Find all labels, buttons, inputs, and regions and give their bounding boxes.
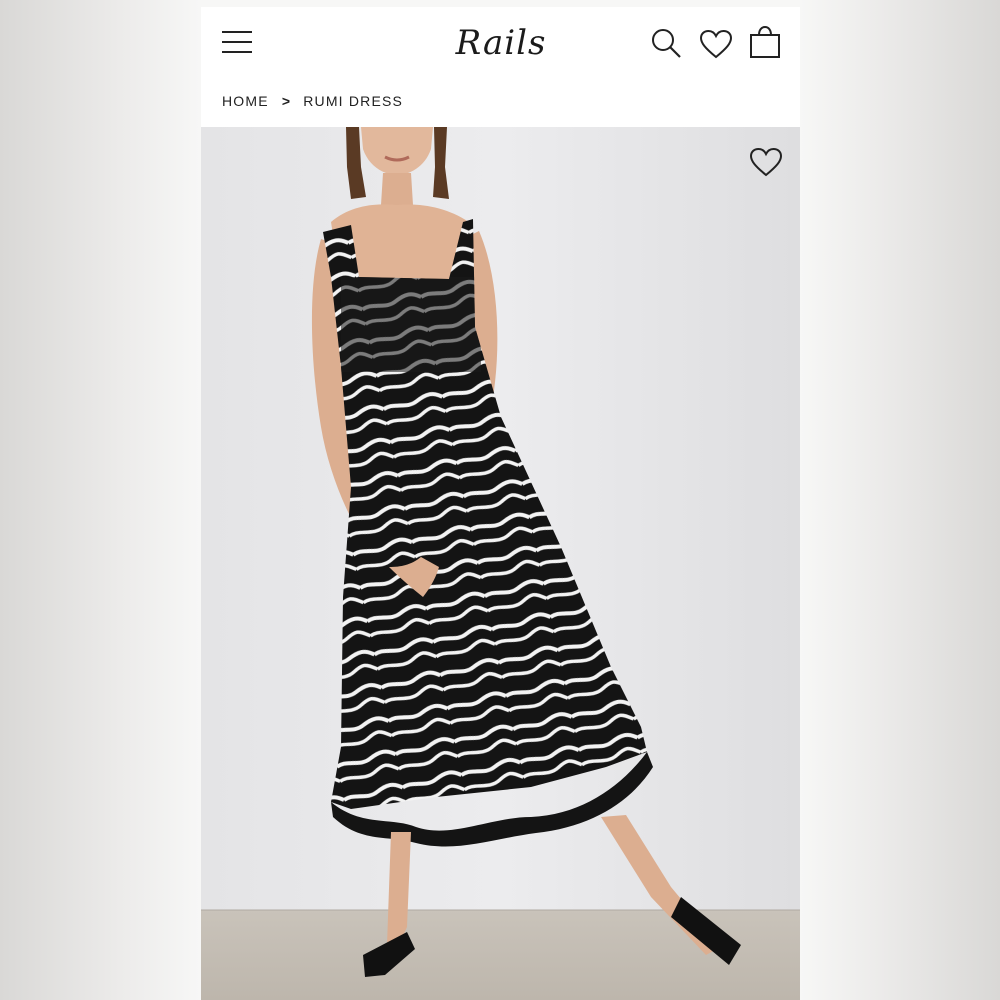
search-button[interactable] [650,27,682,59]
site-header: Rails HOME > RUMI DRESS [201,7,800,127]
shopping-bag-icon [750,25,780,58]
breadcrumb: HOME > RUMI DRESS [222,93,403,109]
breadcrumb-home-link[interactable]: HOME [222,93,269,109]
product-wishlist-button[interactable] [749,147,783,177]
product-photo-illustration [201,127,800,1000]
breadcrumb-current: RUMI DRESS [303,93,404,109]
product-image[interactable] [201,127,800,1000]
wishlist-button[interactable] [699,29,733,59]
menu-button[interactable] [222,29,252,55]
breadcrumb-separator: > [281,93,292,109]
brand-logo[interactable]: Rails [455,21,547,65]
cart-button[interactable] [749,25,781,59]
search-icon [652,29,681,58]
heart-icon [699,29,733,59]
heart-outline-icon [749,147,783,177]
mobile-page: Rails HOME > RUMI DRESS [201,7,800,1000]
menu-icon [222,31,252,53]
